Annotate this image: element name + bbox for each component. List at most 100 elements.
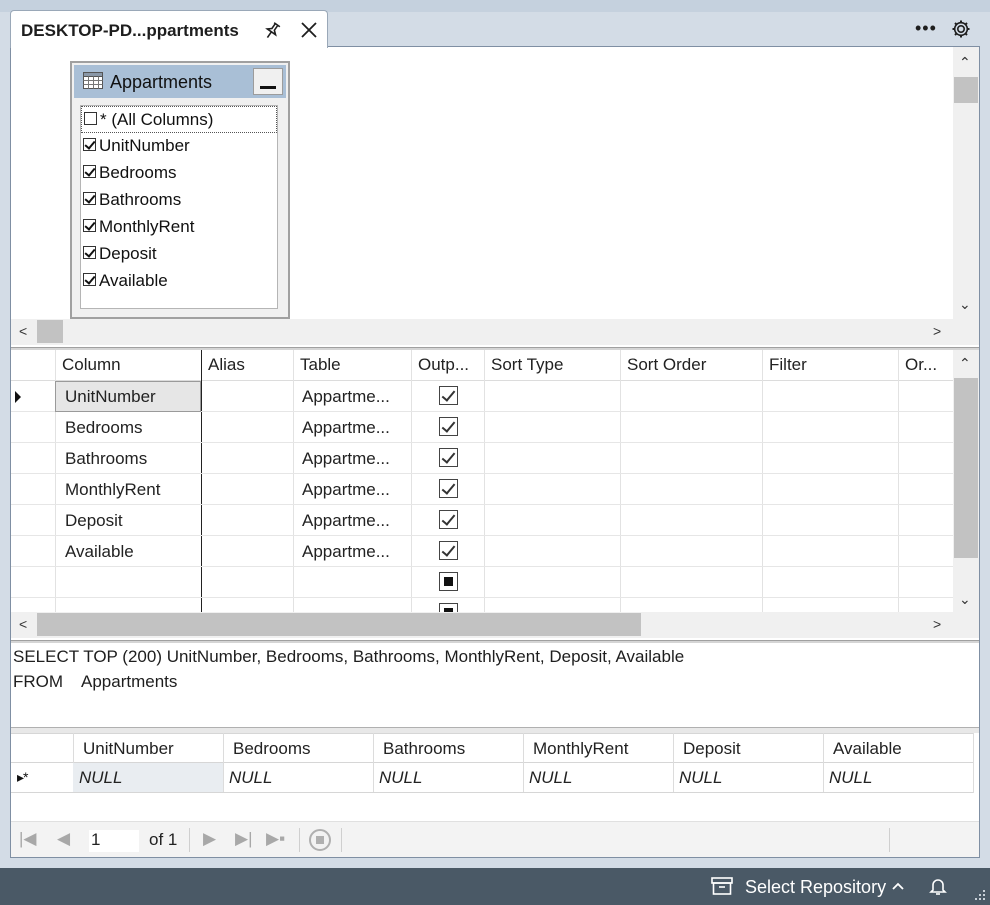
tab-title[interactable]: DESKTOP-PD...ppartments <box>21 21 239 41</box>
column-row[interactable]: Available <box>81 268 277 295</box>
column-checkbox[interactable] <box>83 192 96 205</box>
output-checkbox[interactable] <box>439 417 458 436</box>
table-header[interactable]: Table <box>300 355 341 375</box>
column-row-all[interactable]: * (All Columns) <box>81 106 277 133</box>
page-number-input[interactable]: 1 <box>89 830 139 852</box>
column-checkbox[interactable] <box>84 112 97 125</box>
scroll-right-icon[interactable]: > <box>933 617 941 631</box>
results-cell[interactable]: NULL <box>79 768 122 788</box>
next-record-icon[interactable]: ▶ <box>203 830 216 847</box>
stop-icon[interactable] <box>308 828 332 852</box>
criteria-row[interactable]: MonthlyRent Appartme... <box>11 474 953 505</box>
results-column-header[interactable]: UnitNumber <box>83 739 174 759</box>
filter-header[interactable]: Filter <box>769 355 807 375</box>
criteria-row[interactable]: Bathrooms Appartme... <box>11 443 953 474</box>
column-cell[interactable]: Available <box>65 542 134 562</box>
more-options-icon[interactable]: ••• <box>915 18 937 39</box>
criteria-grid[interactable]: Column Alias Table Outp... Sort Type Sor… <box>11 350 979 640</box>
table-cell[interactable]: Appartme... <box>302 449 390 469</box>
table-cell[interactable]: Appartme... <box>302 480 390 500</box>
resize-grip-icon[interactable] <box>972 888 986 902</box>
sql-pane[interactable]: SELECT TOP (200) UnitNumber, Bedrooms, B… <box>11 643 979 727</box>
sort-type-header[interactable]: Sort Type <box>491 355 563 375</box>
results-column-header[interactable]: MonthlyRent <box>533 739 628 759</box>
scroll-thumb[interactable] <box>954 378 978 558</box>
results-column-header[interactable]: Bathrooms <box>383 739 465 759</box>
results-cell[interactable]: NULL <box>379 768 422 788</box>
repository-icon[interactable] <box>711 876 733 896</box>
results-new-row[interactable]: ▸* NULL NULL NULL NULL NULL NULL <box>11 763 973 793</box>
table-cell[interactable]: Appartme... <box>302 542 390 562</box>
output-checkbox[interactable] <box>439 541 458 560</box>
criteria-row[interactable]: UnitNumber Appartme... <box>11 381 953 412</box>
diagram-pane[interactable]: Appartments * (All Columns) UnitNumber B… <box>11 47 979 347</box>
pin-icon[interactable] <box>262 21 282 41</box>
grid-vertical-scrollbar[interactable]: ⌃ ⌄ <box>953 350 979 612</box>
results-column-header[interactable]: Available <box>833 739 902 759</box>
results-column-header[interactable]: Deposit <box>683 739 741 759</box>
table-cell[interactable]: Appartme... <box>302 511 390 531</box>
table-widget[interactable]: Appartments * (All Columns) UnitNumber B… <box>70 61 290 319</box>
criteria-row[interactable]: Available Appartme... <box>11 536 953 567</box>
first-record-icon[interactable]: |◀ <box>19 830 37 847</box>
document-tab[interactable]: DESKTOP-PD...ppartments <box>10 10 328 48</box>
column-row[interactable]: Deposit <box>81 241 277 268</box>
sql-text-line[interactable]: SELECT TOP (200) UnitNumber, Bedrooms, B… <box>13 647 684 667</box>
column-cell[interactable]: Deposit <box>65 511 123 531</box>
output-checkbox[interactable] <box>439 572 458 591</box>
sort-order-header[interactable]: Sort Order <box>627 355 706 375</box>
diagram-vertical-scrollbar[interactable]: ⌃ ⌄ <box>953 47 979 319</box>
column-row[interactable]: UnitNumber <box>81 133 277 160</box>
output-header[interactable]: Outp... <box>418 355 469 375</box>
previous-record-icon[interactable]: ◀ <box>57 830 70 847</box>
results-cell[interactable]: NULL <box>229 768 272 788</box>
table-cell[interactable]: Appartme... <box>302 418 390 438</box>
scroll-thumb[interactable] <box>954 77 978 103</box>
column-checkbox[interactable] <box>83 165 96 178</box>
column-row[interactable]: Bathrooms <box>81 187 277 214</box>
results-column-header[interactable]: Bedrooms <box>233 739 310 759</box>
bell-icon[interactable] <box>928 876 948 896</box>
chevron-up-icon[interactable] <box>890 878 906 894</box>
last-record-icon[interactable]: ▶| <box>235 830 253 847</box>
criteria-row[interactable]: Bedrooms Appartme... <box>11 412 953 443</box>
output-checkbox[interactable] <box>439 386 458 405</box>
results-cell[interactable]: NULL <box>529 768 572 788</box>
scroll-left-icon[interactable]: < <box>19 324 27 338</box>
scroll-thumb[interactable] <box>37 613 641 636</box>
output-checkbox[interactable] <box>439 448 458 467</box>
new-record-icon[interactable]: ▶▪ <box>266 830 285 847</box>
gear-icon[interactable] <box>951 19 971 39</box>
column-cell[interactable]: Bathrooms <box>65 449 147 469</box>
column-cell[interactable]: Bedrooms <box>65 418 142 438</box>
column-row[interactable]: MonthlyRent <box>81 214 277 241</box>
grid-horizontal-scrollbar[interactable]: < > <box>11 612 979 638</box>
scroll-left-icon[interactable]: < <box>19 617 27 631</box>
column-row[interactable]: Bedrooms <box>81 160 277 187</box>
table-widget-header[interactable]: Appartments <box>74 65 286 98</box>
alias-header[interactable]: Alias <box>208 355 245 375</box>
column-checkbox[interactable] <box>83 246 96 259</box>
column-checkbox[interactable] <box>83 219 96 232</box>
select-repository-button[interactable]: Select Repository <box>745 877 886 898</box>
scroll-thumb[interactable] <box>37 320 63 343</box>
scroll-up-icon[interactable]: ⌃ <box>959 356 971 370</box>
scroll-down-icon[interactable]: ⌄ <box>959 297 971 311</box>
output-checkbox[interactable] <box>439 510 458 529</box>
minimize-button[interactable] <box>253 68 283 95</box>
criteria-row[interactable]: Deposit Appartme... <box>11 505 953 536</box>
diagram-horizontal-scrollbar[interactable]: < > <box>11 319 979 345</box>
or-header[interactable]: Or... <box>905 355 937 375</box>
results-grid[interactable]: UnitNumber Bedrooms Bathrooms MonthlyRen… <box>11 733 979 821</box>
column-cell[interactable]: UnitNumber <box>65 387 156 407</box>
results-cell[interactable]: NULL <box>679 768 722 788</box>
table-cell[interactable]: Appartme... <box>302 387 390 407</box>
scroll-down-icon[interactable]: ⌄ <box>959 592 971 606</box>
column-checkbox[interactable] <box>83 273 96 286</box>
sql-text-line[interactable]: FROM Appartments <box>13 672 177 692</box>
column-header[interactable]: Column <box>62 355 121 375</box>
column-checkbox[interactable] <box>83 138 96 151</box>
scroll-right-icon[interactable]: > <box>933 324 941 338</box>
output-checkbox[interactable] <box>439 479 458 498</box>
close-icon[interactable] <box>299 20 319 40</box>
